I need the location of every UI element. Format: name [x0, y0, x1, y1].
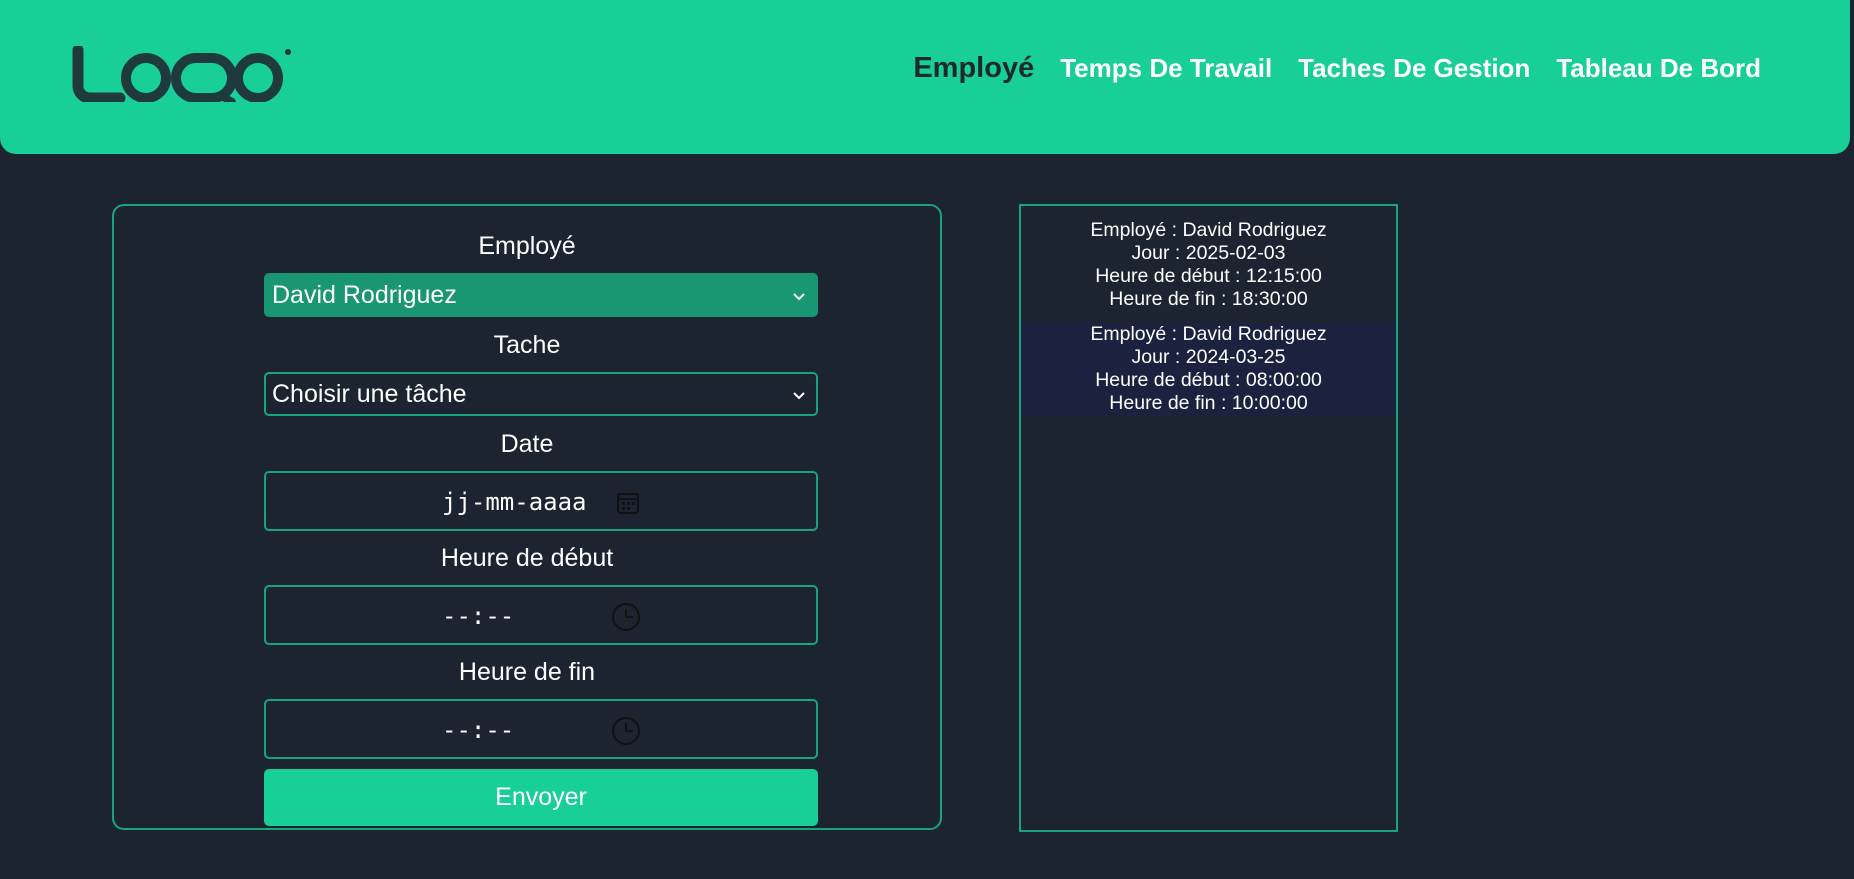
employee-label: Employé	[478, 232, 576, 260]
record-end: Heure de fin : 10:00:00	[1109, 392, 1308, 414]
start-time-label: Heure de début	[440, 544, 614, 572]
nav-tableau-de-bord[interactable]: Tableau De Bord	[1556, 53, 1761, 84]
clock-icon[interactable]	[610, 715, 642, 747]
record-day: Jour : 2024-03-25	[1131, 346, 1286, 368]
chevron-down-icon	[793, 293, 805, 301]
record-item: Employé : David Rodriguez Jour : 2025-02…	[1021, 206, 1396, 311]
logo[interactable]	[72, 46, 297, 102]
clock-icon[interactable]	[610, 601, 642, 633]
date-label: Date	[500, 430, 554, 458]
chevron-down-icon	[793, 392, 805, 400]
end-time-label: Heure de fin	[458, 658, 596, 686]
record-day: Jour : 2025-02-03	[1131, 242, 1286, 264]
work-time-form: Employé David Rodriguez Tache Choisir un…	[112, 204, 942, 830]
top-header: Employé Temps De Travail Taches De Gesti…	[0, 0, 1850, 154]
date-input[interactable]: jj-mm-aaaa	[264, 471, 818, 531]
records-panel: Employé : David Rodriguez Jour : 2025-02…	[1019, 204, 1398, 832]
record-item: Employé : David Rodriguez Jour : 2024-03…	[1021, 323, 1396, 415]
record-end: Heure de fin : 18:30:00	[1109, 288, 1308, 310]
calendar-icon[interactable]	[614, 489, 642, 517]
nav-taches-de-gestion[interactable]: Taches De Gestion	[1298, 53, 1530, 84]
task-label: Tache	[493, 331, 561, 359]
submit-button[interactable]: Envoyer	[264, 769, 818, 826]
record-start: Heure de début : 08:00:00	[1095, 369, 1322, 391]
nav-temps-de-travail[interactable]: Temps De Travail	[1060, 53, 1272, 84]
start-time-placeholder: --:--	[442, 602, 515, 630]
record-employee: Employé : David Rodriguez	[1090, 219, 1327, 241]
date-placeholder: jj-mm-aaaa	[442, 488, 587, 516]
employee-select[interactable]: David Rodriguez	[264, 273, 818, 317]
end-time-placeholder: --:--	[442, 716, 515, 744]
record-employee: Employé : David Rodriguez	[1090, 323, 1327, 345]
record-start: Heure de début : 12:15:00	[1095, 265, 1322, 287]
task-select-value: Choisir une tâche	[272, 379, 467, 408]
end-time-input[interactable]: --:--	[264, 699, 818, 759]
start-time-input[interactable]: --:--	[264, 585, 818, 645]
nav-employe[interactable]: Employé	[913, 52, 1034, 85]
main-nav: Employé Temps De Travail Taches De Gesti…	[913, 52, 1761, 85]
task-select[interactable]: Choisir une tâche	[264, 372, 818, 416]
employee-select-value: David Rodriguez	[272, 280, 457, 309]
